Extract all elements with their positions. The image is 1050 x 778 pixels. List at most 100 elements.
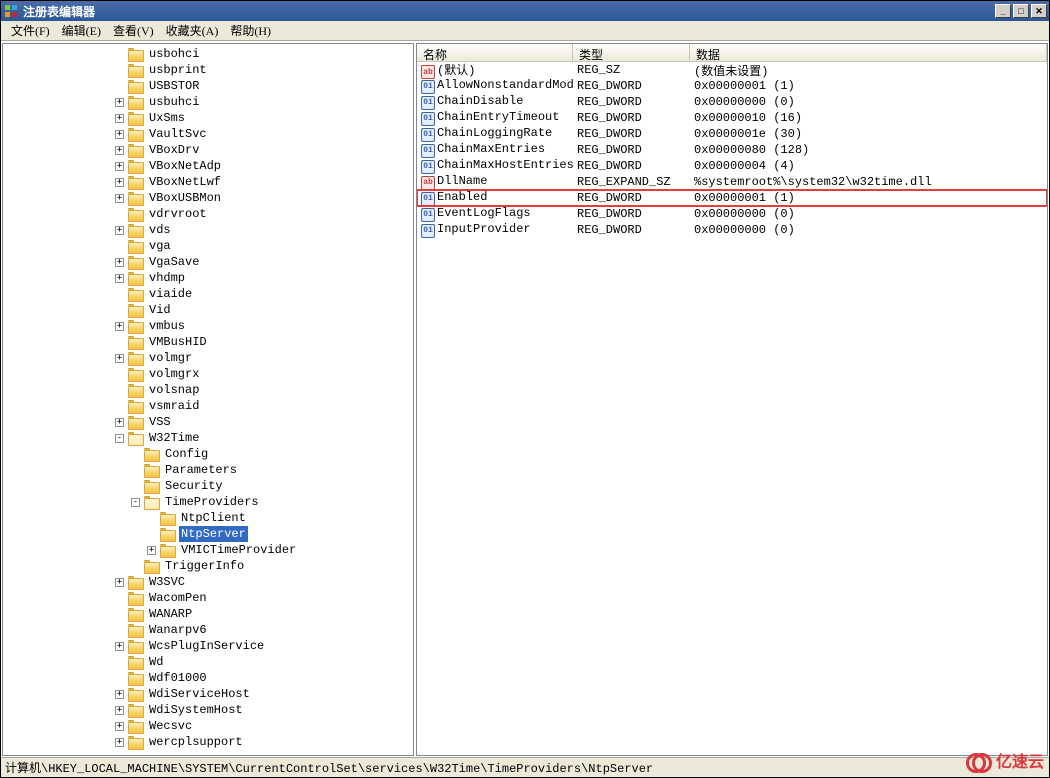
tree-label[interactable]: NtpClient [179, 510, 248, 526]
header-name[interactable]: 名称 [417, 44, 573, 61]
tree-label[interactable]: vhdmp [147, 270, 187, 286]
tree-label[interactable]: Wdf01000 [147, 670, 209, 686]
tree-node-vaultsvc[interactable]: + VaultSvc [3, 126, 413, 142]
expander-icon[interactable]: + [115, 258, 124, 267]
expander-icon[interactable]: + [115, 722, 124, 731]
tree-node-timeproviders[interactable]: - TimeProviders [3, 494, 413, 510]
tree-node-wcspluginservice[interactable]: +WcsPlugInService [3, 638, 413, 654]
tree-node-volmgr[interactable]: +volmgr [3, 350, 413, 366]
tree-node-wdisystemhost[interactable]: + WdiSystemHost [3, 702, 413, 718]
tree-node-usbprint[interactable]: usbprint [3, 62, 413, 78]
tree-label[interactable]: VBoxUSBMon [147, 190, 223, 206]
tree-label[interactable]: Wanarpv6 [147, 622, 209, 638]
expander-icon[interactable]: + [115, 418, 124, 427]
tree-node-usbohci[interactable]: usbohci [3, 46, 413, 62]
tree-node-uxsms[interactable]: + UxSms [3, 110, 413, 126]
tree-node-vboxnetadp[interactable]: +VBoxNetAdp [3, 158, 413, 174]
menu-file[interactable]: 文件(F) [5, 20, 56, 41]
tree-node-vgasave[interactable]: + VgaSave [3, 254, 413, 270]
tree-label[interactable]: vsmraid [147, 398, 201, 414]
tree-node-wercplsupport[interactable]: +wercplsupport [3, 734, 413, 750]
tree-node-wdf01000[interactable]: Wdf01000 [3, 670, 413, 686]
tree-node-config[interactable]: Config [3, 446, 413, 462]
tree-label[interactable]: TriggerInfo [163, 558, 246, 574]
tree-label[interactable]: USBSTOR [147, 78, 201, 94]
tree-label[interactable]: Wecsvc [147, 718, 194, 734]
value-row[interactable]: 01EventLogFlagsREG_DWORD0x00000000 (0) [417, 206, 1047, 222]
tree-label[interactable]: VaultSvc [147, 126, 209, 142]
tree-label[interactable]: WacomPen [147, 590, 209, 606]
tree-label[interactable]: VBoxNetLwf [147, 174, 223, 190]
expander-icon[interactable]: - [131, 498, 140, 507]
tree-node-volsnap[interactable]: volsnap [3, 382, 413, 398]
tree-node-w32time[interactable]: -W32Time [3, 430, 413, 446]
tree-node-vsmraid[interactable]: vsmraid [3, 398, 413, 414]
expander-icon[interactable]: + [115, 322, 124, 331]
menu-view[interactable]: 查看(V) [107, 20, 160, 41]
value-row[interactable]: 01AllowNonstandardMod...REG_DWORD0x00000… [417, 78, 1047, 94]
value-row[interactable]: 01ChainMaxHostEntriesREG_DWORD0x00000004… [417, 158, 1047, 174]
tree-node-usbuhci[interactable]: + usbuhci [3, 94, 413, 110]
expander-icon[interactable]: + [115, 98, 124, 107]
values-panel[interactable]: 名称 类型 数据 ab(默认)REG_SZ(数值未设置)01AllowNonst… [416, 43, 1048, 756]
tree-label[interactable]: vds [147, 222, 173, 238]
tree-label[interactable]: volsnap [147, 382, 201, 398]
tree-label[interactable]: Parameters [163, 462, 239, 478]
tree-label[interactable]: vmbus [147, 318, 187, 334]
tree-node-wacompen[interactable]: WacomPen [3, 590, 413, 606]
tree-label[interactable]: UxSms [147, 110, 187, 126]
tree-label[interactable]: VMBusHID [147, 334, 209, 350]
header-type[interactable]: 类型 [573, 44, 690, 61]
value-row[interactable]: abDllNameREG_EXPAND_SZ%systemroot%\syste… [417, 174, 1047, 190]
tree-label[interactable]: WcsPlugInService [147, 638, 266, 654]
tree-label[interactable]: usbohci [147, 46, 201, 62]
tree-node-vboxdrv[interactable]: +VBoxDrv [3, 142, 413, 158]
tree-node-wd[interactable]: Wd [3, 654, 413, 670]
tree-node-vga[interactable]: vga [3, 238, 413, 254]
expander-icon[interactable]: + [115, 738, 124, 747]
expander-icon[interactable]: + [115, 130, 124, 139]
tree-node-vboxnetlwf[interactable]: + VBoxNetLwf [3, 174, 413, 190]
tree-node-ntpserver[interactable]: NtpServer [3, 526, 413, 542]
expander-icon[interactable]: + [115, 114, 124, 123]
value-row[interactable]: 01InputProviderREG_DWORD0x00000000 (0) [417, 222, 1047, 238]
tree-label[interactable]: VgaSave [147, 254, 201, 270]
expander-icon[interactable]: + [115, 274, 124, 283]
tree-label[interactable]: VSS [147, 414, 173, 430]
tree-label[interactable]: usbuhci [147, 94, 201, 110]
tree-label[interactable]: volmgr [147, 350, 194, 366]
tree-node-vid[interactable]: Vid [3, 302, 413, 318]
tree-node-vboxusbmon[interactable]: +VBoxUSBMon [3, 190, 413, 206]
tree-label[interactable]: VMICTimeProvider [179, 542, 298, 558]
value-row[interactable]: 01EnabledREG_DWORD0x00000001 (1) [417, 190, 1047, 206]
tree-label[interactable]: WdiSystemHost [147, 702, 245, 718]
tree-node-wdiservicehost[interactable]: +WdiServiceHost [3, 686, 413, 702]
tree-node-ntpclient[interactable]: NtpClient [3, 510, 413, 526]
menu-edit[interactable]: 编辑(E) [56, 20, 107, 41]
menu-help[interactable]: 帮助(H) [224, 20, 277, 41]
value-row[interactable]: 01ChainDisableREG_DWORD0x00000000 (0) [417, 94, 1047, 110]
tree-label[interactable]: Security [163, 478, 225, 494]
tree-node-volmgrx[interactable]: volmgrx [3, 366, 413, 382]
value-row[interactable]: ab(默认)REG_SZ(数值未设置) [417, 62, 1047, 78]
value-row[interactable]: 01ChainMaxEntriesREG_DWORD0x00000080 (12… [417, 142, 1047, 158]
expander-icon[interactable]: + [115, 578, 124, 587]
expander-icon[interactable]: + [115, 178, 124, 187]
expander-icon[interactable]: - [115, 434, 124, 443]
tree-label[interactable]: VBoxDrv [147, 142, 201, 158]
value-row[interactable]: 01ChainLoggingRateREG_DWORD0x0000001e (3… [417, 126, 1047, 142]
tree-node-vmbushid[interactable]: VMBusHID [3, 334, 413, 350]
tree-node-vmbus[interactable]: + vmbus [3, 318, 413, 334]
tree-label[interactable]: TimeProviders [163, 494, 261, 510]
tree-node-w3svc[interactable]: +W3SVC [3, 574, 413, 590]
tree-node-vds[interactable]: + vds [3, 222, 413, 238]
tree-label[interactable]: viaide [147, 286, 194, 302]
expander-icon[interactable]: + [115, 226, 124, 235]
tree-label[interactable]: Wd [147, 654, 165, 670]
tree-node-wecsvc[interactable]: + Wecsvc [3, 718, 413, 734]
tree-label[interactable]: VBoxNetAdp [147, 158, 223, 174]
tree-label[interactable]: vdrvroot [147, 206, 209, 222]
expander-icon[interactable]: + [147, 546, 156, 555]
maximize-button[interactable]: □ [1013, 4, 1029, 18]
expander-icon[interactable]: + [115, 706, 124, 715]
